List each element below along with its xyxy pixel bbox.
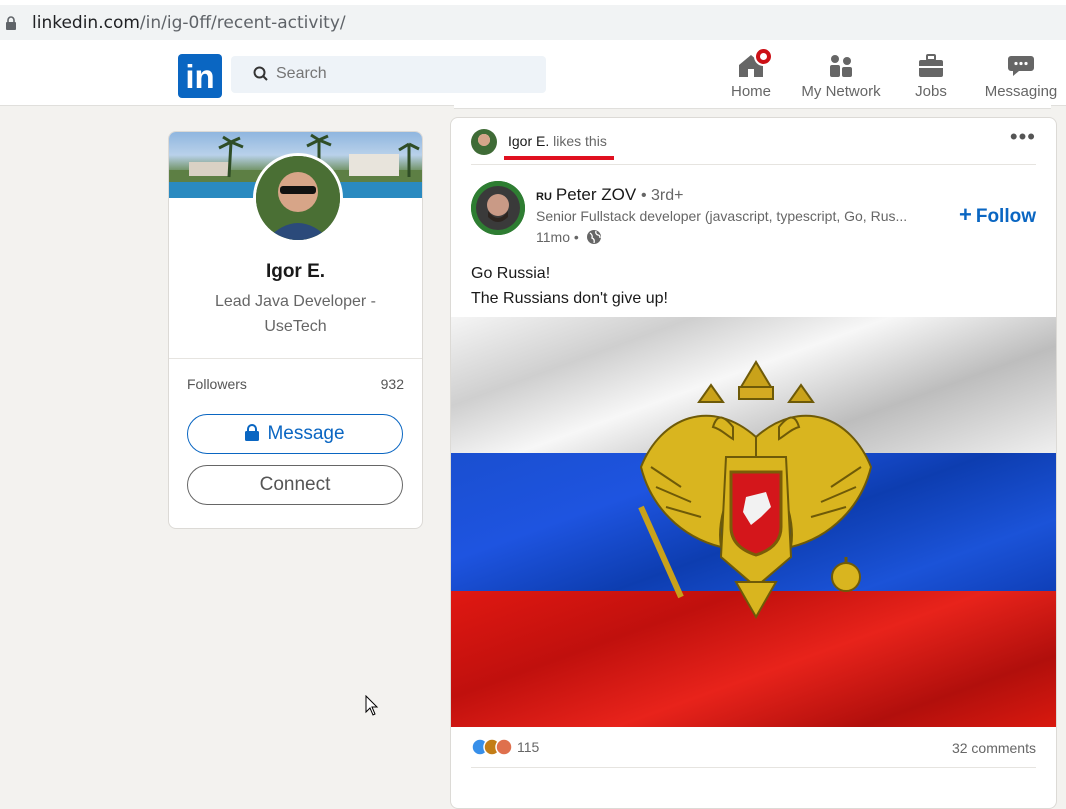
top-nav: in Home My Network Jobs Me bbox=[0, 45, 1066, 106]
author-flag: RU bbox=[536, 191, 552, 203]
followers-label: Followers bbox=[187, 376, 247, 392]
mouse-cursor-icon bbox=[365, 695, 379, 716]
network-icon bbox=[830, 55, 852, 77]
url-path: /in/ig-0ff/recent-activity/ bbox=[139, 13, 346, 33]
profile-avatar[interactable] bbox=[253, 153, 343, 243]
divider bbox=[169, 358, 422, 359]
follow-label: Follow bbox=[975, 206, 1036, 227]
url-domain: linkedin.com bbox=[32, 13, 140, 33]
notification-badge bbox=[754, 47, 773, 66]
nav-my-network[interactable]: My Network bbox=[796, 49, 886, 103]
nav-home-label: Home bbox=[730, 83, 771, 100]
reactions[interactable]: 115 bbox=[471, 738, 539, 756]
author-name[interactable]: Peter ZOV bbox=[556, 185, 636, 204]
highlight-underline bbox=[504, 156, 614, 160]
nav-messaging[interactable]: Messaging bbox=[981, 49, 1061, 103]
post-text-line: The Russians don't give up! bbox=[471, 290, 668, 307]
briefcase-icon bbox=[919, 54, 943, 77]
nav-home[interactable]: Home bbox=[721, 47, 781, 103]
post-time: 11mo • bbox=[536, 229, 602, 245]
author-degree: • 3rd+ bbox=[640, 187, 684, 204]
liker-line: Igor E. likes this bbox=[508, 133, 607, 149]
divider bbox=[471, 767, 1036, 768]
search-box[interactable] bbox=[231, 56, 546, 93]
author-line: RU Peter ZOV • 3rd+ bbox=[536, 185, 683, 205]
coat-of-arms-emblem bbox=[638, 360, 873, 620]
author-headline: Senior Fullstack developer (javascript, … bbox=[536, 208, 908, 224]
url-bar[interactable]: linkedin.com/in/ig-0ff/recent-activity/ bbox=[0, 5, 1066, 40]
profile-name[interactable]: Igor E. bbox=[169, 261, 422, 283]
search-input[interactable] bbox=[276, 65, 526, 83]
liker-suffix: likes this bbox=[553, 133, 607, 149]
url-text[interactable]: linkedin.com/in/ig-0ff/recent-activity/ bbox=[32, 13, 346, 33]
profile-photo bbox=[256, 156, 340, 240]
liker-avatar[interactable] bbox=[471, 129, 497, 155]
lock-icon bbox=[245, 424, 260, 441]
post-card: Igor E. likes this ••• RU Peter ZOV • 3rd… bbox=[450, 117, 1057, 809]
profile-card: Igor E. Lead Java Developer - UseTech Fo… bbox=[168, 131, 423, 529]
post-text: Go Russia! The Russians don't give up! bbox=[471, 261, 668, 311]
reaction-icons bbox=[471, 738, 513, 756]
linkedin-logo[interactable]: in bbox=[178, 54, 222, 98]
connect-button-label: Connect bbox=[259, 474, 331, 495]
follow-button[interactable]: + Follow bbox=[959, 202, 1036, 228]
profile-headline: Lead Java Developer - UseTech bbox=[215, 293, 376, 335]
nav-jobs-label: Jobs bbox=[915, 83, 947, 100]
comments-count[interactable]: 32 comments bbox=[952, 740, 1036, 756]
divider bbox=[471, 164, 1036, 165]
nav-jobs[interactable]: Jobs bbox=[901, 49, 961, 103]
nav-messaging-label: Messaging bbox=[984, 83, 1058, 100]
author-avatar[interactable] bbox=[471, 181, 525, 235]
lock-icon bbox=[6, 16, 16, 30]
connect-button[interactable]: Connect bbox=[187, 465, 403, 505]
post-text-line: Go Russia! bbox=[471, 265, 551, 282]
author-photo bbox=[471, 181, 525, 235]
globe-icon bbox=[586, 230, 601, 244]
reactions-count: 115 bbox=[517, 739, 540, 755]
more-options-icon[interactable]: ••• bbox=[1010, 126, 1036, 148]
search-icon bbox=[253, 66, 268, 81]
post-image[interactable] bbox=[451, 317, 1056, 727]
nav-my-network-label: My Network bbox=[801, 83, 881, 100]
plus-icon: + bbox=[958, 202, 972, 227]
followers-count: 932 bbox=[380, 376, 404, 392]
browser-address-bar: linkedin.com/in/ig-0ff/recent-activity/ bbox=[0, 0, 1066, 45]
post-time-text: 11mo • bbox=[536, 229, 579, 245]
messaging-icon bbox=[1008, 56, 1034, 76]
message-button[interactable]: Message bbox=[187, 414, 403, 454]
liker-name[interactable]: Igor E. bbox=[508, 133, 549, 149]
message-button-label: Message bbox=[267, 423, 345, 444]
previous-post-edge bbox=[454, 104, 1051, 109]
